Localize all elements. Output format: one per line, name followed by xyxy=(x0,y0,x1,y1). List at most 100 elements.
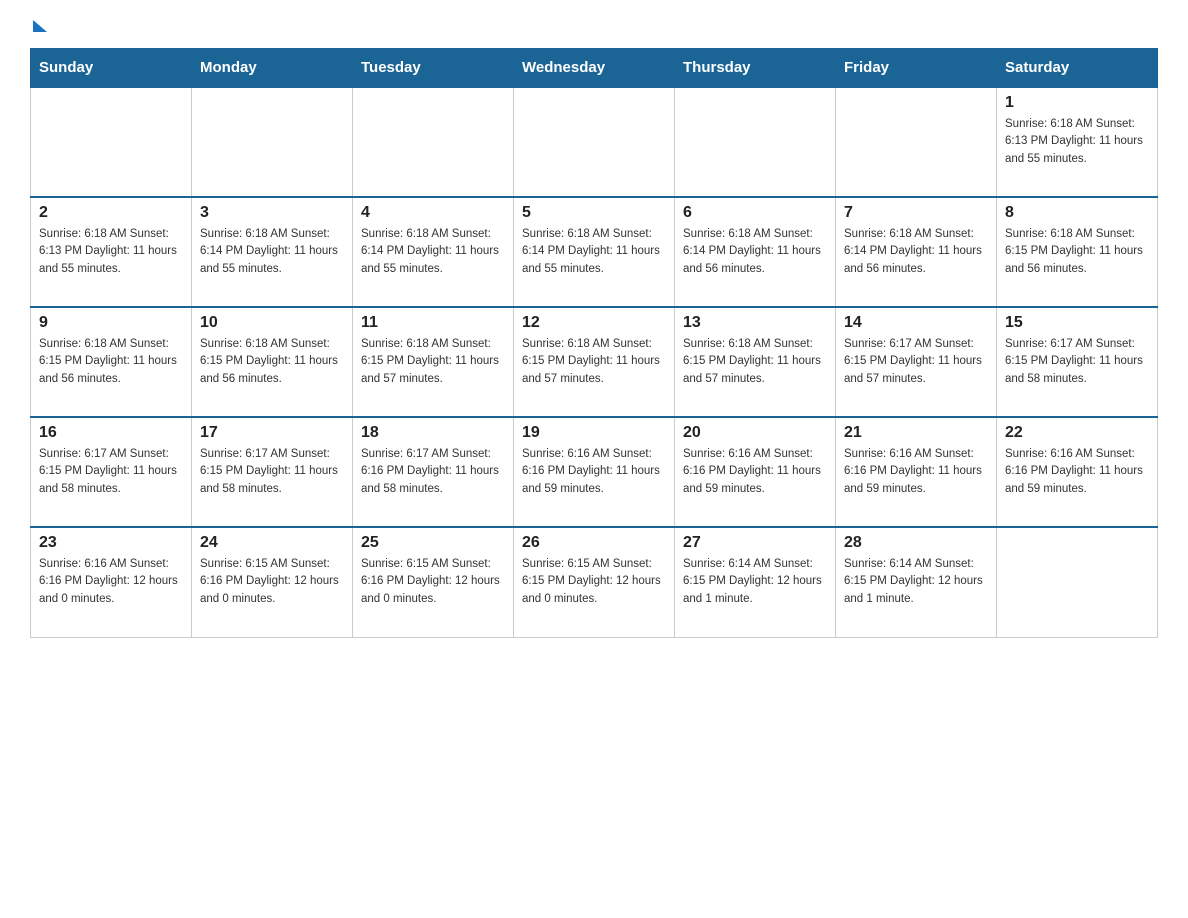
calendar-cell: 7 Sunrise: 6:18 AM Sunset: 6:14 PM Daylig… xyxy=(836,197,997,307)
calendar-cell: 16 Sunrise: 6:17 AM Sunset: 6:15 PM Dayli… xyxy=(31,417,192,527)
logo: Blue xyxy=(30,20,47,32)
day-number: 12 xyxy=(522,314,666,332)
calendar-cell: 20 Sunrise: 6:16 AM Sunset: 6:16 PM Dayli… xyxy=(675,417,836,527)
calendar-cell: 4Sunrise: 6:18 AM Sunset: 6:14 PM Daylig… xyxy=(353,197,514,307)
week-row-1: 1 Sunrise: 6:18 AM Sunset: 6:13 PM Daylig… xyxy=(31,87,1158,197)
day-info: Sunrise: 6:16 AM Sunset: 6:16 PM Dayligh… xyxy=(683,446,827,498)
calendar-cell xyxy=(192,87,353,197)
day-info: Sunrise: 6:16 AM Sunset: 6:16 PM Dayligh… xyxy=(844,446,988,498)
calendar-cell: 10 Sunrise: 6:18 AM Sunset: 6:15 PM Dayli… xyxy=(192,307,353,417)
calendar-cell: 23 Sunrise: 6:16 AM Sunset: 6:16 PM Dayli… xyxy=(31,527,192,637)
day-header-wednesday: Wednesday xyxy=(514,49,675,88)
day-info: Sunrise: 6:18 AM Sunset: 6:15 PM Dayligh… xyxy=(683,336,827,388)
calendar-cell xyxy=(514,87,675,197)
day-info: Sunrise: 6:14 AM Sunset: 6:15 PM Dayligh… xyxy=(844,556,988,608)
day-info: Sunrise: 6:17 AM Sunset: 6:15 PM Dayligh… xyxy=(39,446,183,498)
day-info: Sunrise: 6:18 AM Sunset: 6:14 PM Dayligh… xyxy=(200,226,344,278)
day-header-sunday: Sunday xyxy=(31,49,192,88)
day-info: Sunrise: 6:18 AM Sunset: 6:15 PM Dayligh… xyxy=(1005,226,1149,278)
calendar-cell: 25 Sunrise: 6:15 AM Sunset: 6:16 PM Dayli… xyxy=(353,527,514,637)
calendar-cell: 15 Sunrise: 6:17 AM Sunset: 6:15 PM Dayli… xyxy=(997,307,1158,417)
calendar-cell: 1 Sunrise: 6:18 AM Sunset: 6:13 PM Daylig… xyxy=(997,87,1158,197)
day-number: 9 xyxy=(39,314,183,332)
logo-arrow-icon xyxy=(33,20,47,32)
day-number: 2 xyxy=(39,204,183,222)
day-number: 26 xyxy=(522,534,666,552)
calendar-cell: 22 Sunrise: 6:16 AM Sunset: 6:16 PM Dayli… xyxy=(997,417,1158,527)
calendar-cell: 21 Sunrise: 6:16 AM Sunset: 6:16 PM Dayli… xyxy=(836,417,997,527)
week-row-5: 23 Sunrise: 6:16 AM Sunset: 6:16 PM Dayli… xyxy=(31,527,1158,637)
day-info: Sunrise: 6:18 AM Sunset: 6:14 PM Dayligh… xyxy=(844,226,988,278)
calendar-cell xyxy=(997,527,1158,637)
day-info: Sunrise: 6:18 AM Sunset: 6:14 PM Dayligh… xyxy=(683,226,827,278)
day-info: Sunrise: 6:17 AM Sunset: 6:15 PM Dayligh… xyxy=(200,446,344,498)
day-number: 7 xyxy=(844,204,988,222)
day-number: 20 xyxy=(683,424,827,442)
calendar-cell: 26 Sunrise: 6:15 AM Sunset: 6:15 PM Dayli… xyxy=(514,527,675,637)
day-number: 5 xyxy=(522,204,666,222)
calendar-cell: 11Sunrise: 6:18 AM Sunset: 6:15 PM Dayli… xyxy=(353,307,514,417)
calendar-cell: 24 Sunrise: 6:15 AM Sunset: 6:16 PM Dayli… xyxy=(192,527,353,637)
day-number: 27 xyxy=(683,534,827,552)
calendar-cell: 6 Sunrise: 6:18 AM Sunset: 6:14 PM Daylig… xyxy=(675,197,836,307)
day-number: 16 xyxy=(39,424,183,442)
day-number: 21 xyxy=(844,424,988,442)
week-row-4: 16 Sunrise: 6:17 AM Sunset: 6:15 PM Dayli… xyxy=(31,417,1158,527)
day-number: 10 xyxy=(200,314,344,332)
day-number: 25 xyxy=(361,534,505,552)
day-info: Sunrise: 6:17 AM Sunset: 6:15 PM Dayligh… xyxy=(1005,336,1149,388)
day-info: Sunrise: 6:15 AM Sunset: 6:16 PM Dayligh… xyxy=(200,556,344,608)
day-info: Sunrise: 6:18 AM Sunset: 6:15 PM Dayligh… xyxy=(39,336,183,388)
day-number: 8 xyxy=(1005,204,1149,222)
day-number: 6 xyxy=(683,204,827,222)
day-info: Sunrise: 6:17 AM Sunset: 6:16 PM Dayligh… xyxy=(361,446,505,498)
day-number: 28 xyxy=(844,534,988,552)
day-number: 22 xyxy=(1005,424,1149,442)
calendar-cell xyxy=(675,87,836,197)
day-number: 14 xyxy=(844,314,988,332)
calendar-cell: 3 Sunrise: 6:18 AM Sunset: 6:14 PM Daylig… xyxy=(192,197,353,307)
day-number: 24 xyxy=(200,534,344,552)
calendar-cell xyxy=(353,87,514,197)
day-info: Sunrise: 6:16 AM Sunset: 6:16 PM Dayligh… xyxy=(522,446,666,498)
calendar-cell: 28 Sunrise: 6:14 AM Sunset: 6:15 PM Dayli… xyxy=(836,527,997,637)
calendar-cell: 18 Sunrise: 6:17 AM Sunset: 6:16 PM Dayli… xyxy=(353,417,514,527)
week-row-2: 2 Sunrise: 6:18 AM Sunset: 6:13 PM Daylig… xyxy=(31,197,1158,307)
day-info: Sunrise: 6:15 AM Sunset: 6:15 PM Dayligh… xyxy=(522,556,666,608)
day-info: Sunrise: 6:18 AM Sunset: 6:15 PM Dayligh… xyxy=(361,336,505,388)
day-info: Sunrise: 6:18 AM Sunset: 6:13 PM Dayligh… xyxy=(1005,116,1149,168)
day-number: 13 xyxy=(683,314,827,332)
week-row-3: 9 Sunrise: 6:18 AM Sunset: 6:15 PM Daylig… xyxy=(31,307,1158,417)
day-header-thursday: Thursday xyxy=(675,49,836,88)
day-info: Sunrise: 6:18 AM Sunset: 6:15 PM Dayligh… xyxy=(200,336,344,388)
day-info: Sunrise: 6:16 AM Sunset: 6:16 PM Dayligh… xyxy=(1005,446,1149,498)
day-info: Sunrise: 6:15 AM Sunset: 6:16 PM Dayligh… xyxy=(361,556,505,608)
day-number: 15 xyxy=(1005,314,1149,332)
calendar-cell: 12Sunrise: 6:18 AM Sunset: 6:15 PM Dayli… xyxy=(514,307,675,417)
calendar-cell: 2 Sunrise: 6:18 AM Sunset: 6:13 PM Daylig… xyxy=(31,197,192,307)
calendar-cell: 17Sunrise: 6:17 AM Sunset: 6:15 PM Dayli… xyxy=(192,417,353,527)
calendar-cell: 8 Sunrise: 6:18 AM Sunset: 6:15 PM Daylig… xyxy=(997,197,1158,307)
day-number: 19 xyxy=(522,424,666,442)
logo-line1 xyxy=(30,20,47,32)
calendar-cell xyxy=(836,87,997,197)
day-info: Sunrise: 6:14 AM Sunset: 6:15 PM Dayligh… xyxy=(683,556,827,608)
day-header-tuesday: Tuesday xyxy=(353,49,514,88)
calendar-cell: 19 Sunrise: 6:16 AM Sunset: 6:16 PM Dayli… xyxy=(514,417,675,527)
day-number: 1 xyxy=(1005,94,1149,112)
calendar-cell: 13 Sunrise: 6:18 AM Sunset: 6:15 PM Dayli… xyxy=(675,307,836,417)
day-header-monday: Monday xyxy=(192,49,353,88)
calendar-cell: 9 Sunrise: 6:18 AM Sunset: 6:15 PM Daylig… xyxy=(31,307,192,417)
calendar-cell xyxy=(31,87,192,197)
day-info: Sunrise: 6:18 AM Sunset: 6:14 PM Dayligh… xyxy=(361,226,505,278)
day-number: 23 xyxy=(39,534,183,552)
day-number: 18 xyxy=(361,424,505,442)
calendar-cell: 5Sunrise: 6:18 AM Sunset: 6:14 PM Daylig… xyxy=(514,197,675,307)
day-info: Sunrise: 6:16 AM Sunset: 6:16 PM Dayligh… xyxy=(39,556,183,608)
day-header-friday: Friday xyxy=(836,49,997,88)
day-header-saturday: Saturday xyxy=(997,49,1158,88)
calendar-cell: 14 Sunrise: 6:17 AM Sunset: 6:15 PM Dayli… xyxy=(836,307,997,417)
day-number: 3 xyxy=(200,204,344,222)
day-info: Sunrise: 6:17 AM Sunset: 6:15 PM Dayligh… xyxy=(844,336,988,388)
day-info: Sunrise: 6:18 AM Sunset: 6:13 PM Dayligh… xyxy=(39,226,183,278)
